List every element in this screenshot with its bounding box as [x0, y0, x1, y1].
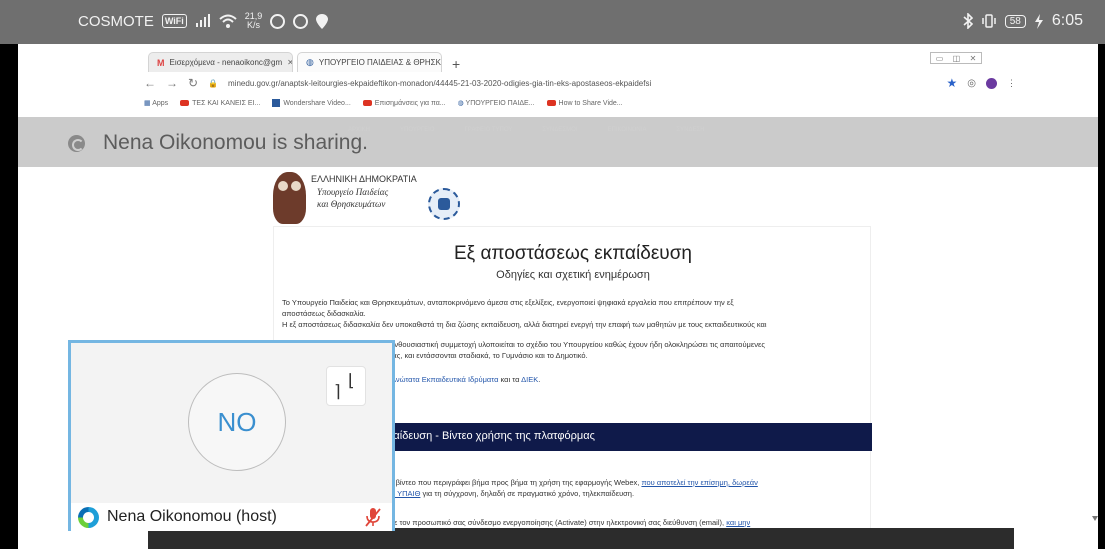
wifi-icon [219, 14, 237, 28]
clock: 6:05 [1051, 12, 1083, 29]
paragraph: Η εξ αποστάσεως διδασκαλία δεν υποκαθιστ… [282, 320, 767, 329]
diek-link[interactable]: ΔΙΕΚ [521, 375, 538, 384]
ministry-republic: ΕΛΛΗΝΙΚΗ ΔΗΜΟΚΡΑΤΙΑ [311, 174, 417, 184]
close-icon[interactable]: ✕ [970, 54, 977, 63]
greek-seal-icon [428, 188, 460, 220]
youtube-icon [180, 99, 190, 106]
forward-arrow-icon[interactable]: → [166, 76, 178, 90]
bookmark-item[interactable]: Wondershare Video... [272, 99, 351, 107]
tab-gmail[interactable]: M Εισερχόμενα - nenaoikonc@gm ✕ [148, 52, 293, 72]
sharing-status-text: Nena Oikonomou is sharing. [103, 131, 368, 154]
youtube-icon [362, 99, 372, 106]
paragraph: του ΥΠΑΙΘ για τη σύγχρονη, δηλαδή σε πρα… [384, 489, 635, 498]
minimize-view-button[interactable]: ⌊ ⌉ [326, 366, 366, 406]
collapse-icon: ⌉ [334, 382, 341, 401]
window-controls: ▭ ◫ ✕ [930, 52, 982, 64]
new-tab-button[interactable]: + [446, 56, 466, 72]
screen: COSMOTE WiFi 21,9 K/s 58 6:05 M Εισερχόμε… [0, 0, 1105, 549]
gmail-icon: M [157, 57, 165, 68]
article-subtitle: Οδηγίες και σχετική ενημέρωση [496, 269, 650, 281]
bookmark-item[interactable]: Επισημάνσεις για πα... [362, 99, 446, 107]
self-view-tile[interactable]: NO ⌊ ⌉ Nena Oikonomou (host) [68, 340, 395, 531]
globe-icon: ◍ [306, 57, 314, 67]
paragraph: Το Υπουργείο Παιδείας και Θρησκευμάτων, … [282, 298, 734, 307]
extension-icon[interactable]: ◎ [967, 78, 976, 89]
bluetooth-icon [963, 13, 973, 29]
bookmark-apps[interactable]: ▦ Apps [144, 99, 168, 107]
battery-saver-icon [1034, 13, 1043, 29]
maximize-icon[interactable]: ◫ [953, 54, 961, 63]
site-nav-item[interactable]: ΕΠΙΚΟΙΝΩΝΙΑ [607, 127, 646, 133]
owl-emblem-icon [273, 172, 306, 224]
bookmark-item[interactable]: How to Share Vide... [546, 99, 623, 107]
collapse-icon: ⌊ [348, 371, 355, 390]
site-nav-item[interactable]: ΓΡΑΦΕΙΟ ΤΥΠΟΥ [464, 127, 512, 133]
paragraph: νετε τον προσωπικό σας σύνδεσμο ενεργοπο… [384, 518, 751, 527]
webex-official-link[interactable]: που αποτελεί την επίσημη, δωρεάν [641, 478, 757, 487]
site-nav-item[interactable]: ΣΥΝΔΕΣΗ [676, 127, 704, 133]
paragraph: ει ενθουσιαστική συμμετοχή υλοποιείται τ… [384, 340, 765, 349]
sharing-banner: ΑΡΧΙΚΗ ΥΠΟΥΡΓΕΙΟ ΓΡΑΦΕΙΟ ΤΥΠΟΥ ΣΥΝΔΕΣΜΟΙ… [18, 117, 1098, 167]
location-icon [316, 13, 329, 29]
battery-level: 58 [1004, 14, 1026, 28]
site-nav-menu: ΑΡΧΙΚΗ ΥΠΟΥΡΓΕΙΟ ΓΡΑΦΕΙΟ ΤΥΠΟΥ ΣΥΝΔΕΣΜΟΙ… [348, 127, 705, 133]
close-icon[interactable]: ✕ [287, 58, 292, 67]
menu-dots-icon[interactable]: ⋮ [1007, 78, 1016, 89]
tab-label: Εισερχόμενα - nenaoikonc@gm [169, 58, 283, 67]
site-nav-item[interactable]: ΣΥΝΔΕΣΜΟΙ [542, 127, 577, 133]
bookmark-item[interactable]: ΤΕΣ ΚΑΙ ΚΑΝΕΙΣ ΕΙ... [180, 100, 260, 107]
paragraph: αποστάσεως διδασκαλία. [282, 309, 366, 318]
microphone-muted-icon[interactable] [364, 507, 382, 527]
activation-link[interactable]: και μην [726, 518, 750, 527]
participant-name: Nena Oikonomou (host) [107, 508, 277, 525]
article-title: Εξ αποστάσεως εκπαίδευση [453, 243, 692, 264]
minimize-icon[interactable]: ▭ [936, 54, 944, 63]
ministry-name: Υπουργείο Παιδείας και Θρησκευμάτων [317, 187, 389, 209]
signal-icon [195, 14, 210, 27]
reload-icon[interactable]: ↻ [188, 76, 198, 90]
youtube-icon [546, 99, 556, 106]
url-field[interactable]: minedu.gov.gr/anaptsk-leitourgies-ekpaid… [228, 79, 936, 88]
address-bar: ← → ↻ 🔒 minedu.gov.gr/anaptsk-leitourgie… [144, 72, 1016, 94]
share-screen-icon [68, 135, 85, 152]
sync-icon [270, 13, 286, 29]
tab-label: ΥΠΟΥΡΓΕΙΟ ΠΑΙΔΕΙΑΣ & ΘΡΗΣΚ [318, 58, 441, 67]
ministry-header: ΕΛΛΗΝΙΚΗ ΔΗΜΟΚΡΑΤΙΑ Υπουργείο Παιδείας κα… [273, 172, 473, 230]
tab-minedu[interactable]: ◍ ΥΠΟΥΡΓΕΙΟ ΠΑΙΔΕΙΑΣ & ΘΡΗΣΚ ✕ [297, 52, 442, 72]
shared-taskbar [148, 528, 1014, 549]
network-speed: 21,9 K/s [244, 11, 263, 30]
vibrate-icon [981, 14, 996, 28]
globe-icon: ◍ [457, 100, 464, 107]
paragraph: ικό βίντεο που περιγράφει βήμα προς βήμα… [384, 478, 758, 487]
wondershare-icon [272, 99, 281, 107]
scroll-down-arrow-icon[interactable] [1092, 516, 1098, 521]
participant-name-bar: Nena Oikonomou (host) [71, 503, 392, 531]
apps-grid-icon: ▦ [144, 100, 151, 107]
webex-logo-icon [78, 506, 99, 528]
back-arrow-icon[interactable]: ← [144, 76, 156, 90]
browser-tab-strip: M Εισερχόμενα - nenaoikonc@gm ✕ ◍ ΥΠΟΥΡΓ… [148, 50, 838, 72]
universities-link[interactable]: Ανώτατα Εκπαιδευτικά Ιδρύματα [391, 375, 498, 384]
carrier-name: COSMOTE [78, 12, 154, 30]
instagram-icon [293, 13, 309, 29]
paragraph: ύρας, και εντάσσονται σταδιακά, το Γυμνά… [384, 351, 588, 360]
bookmark-star-icon[interactable]: ★ [947, 76, 958, 90]
profile-avatar-icon[interactable] [986, 77, 997, 89]
status-bar: COSMOTE WiFi 21,9 K/s 58 6:05 [0, 0, 1105, 44]
lock-icon: 🔒 [208, 78, 219, 88]
avatar: NO [188, 373, 286, 471]
paragraph: ις Ανώτατα Εκπαιδευτικά Ιδρύματα και τα … [384, 375, 541, 384]
bookmarks-bar: ▦ Apps ΤΕΣ ΚΑΙ ΚΑΝΕΙΣ ΕΙ... Wondershare … [144, 95, 1016, 111]
site-nav-item[interactable]: ΥΠΟΥΡΓΕΙΟ [400, 127, 434, 133]
wifi-call-badge: WiFi [161, 14, 187, 28]
bookmark-item[interactable]: ◍ ΥΠΟΥΡΓΕΙΟ ΠΑΙΔΕ... [458, 99, 535, 107]
